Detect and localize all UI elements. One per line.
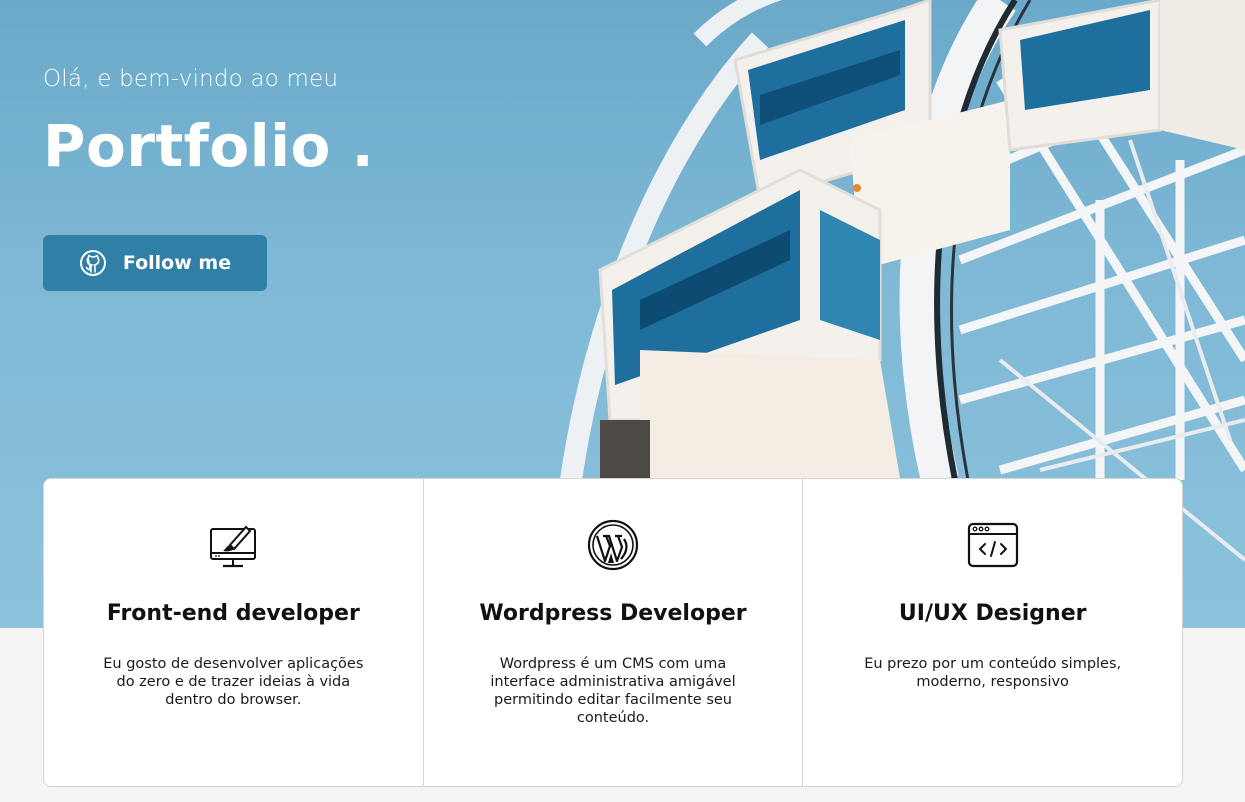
service-title: Wordpress Developer [479,601,747,626]
service-card-wordpress: Wordpress Developer Wordpress é um CMS c… [424,479,804,786]
code-window-icon [967,519,1019,571]
service-description: Eu prezo por um conteúdo simples, modern… [864,656,1122,690]
follow-me-label: Follow me [122,252,232,274]
monitor-brush-icon [207,519,259,571]
service-title: UI/UX Designer [898,601,1087,626]
service-card-uiux: UI/UX Designer Eu prezo por um conteúdo … [803,479,1182,786]
service-card-frontend: Front-end developer Eu gosto de desenvol… [44,479,424,786]
service-title: Front-end developer [106,601,360,626]
services-panel: Front-end developer Eu gosto de desenvol… [43,478,1183,787]
github-icon [79,249,107,277]
follow-me-button[interactable]: Follow me [43,235,267,291]
page-title: Portfolio . [43,112,375,180]
service-description: Wordpress é um CMS com uma interface adm… [490,656,736,726]
hero-greeting: Olá, e bem-vindo ao meu [43,66,339,92]
wordpress-icon [587,519,639,571]
service-description: Eu gosto de desenvolver aplicações do ze… [103,656,364,708]
